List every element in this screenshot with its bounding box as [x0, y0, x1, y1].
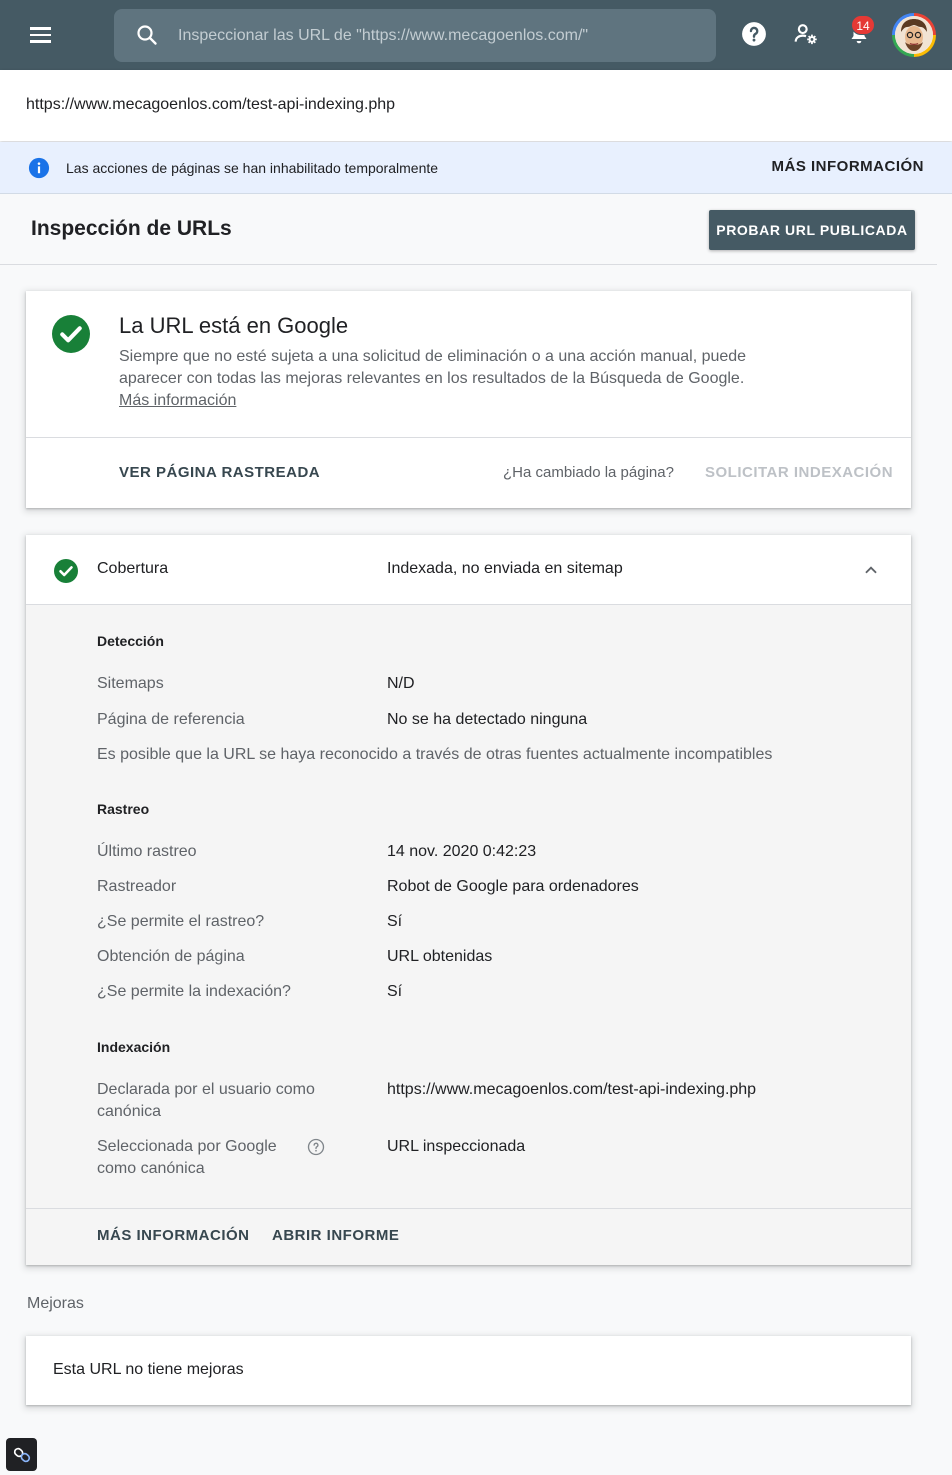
- coverage-more-info-button[interactable]: MÁS INFORMACIÓN: [97, 1227, 250, 1244]
- enhancements-card: Esta URL no tiene mejoras: [26, 1336, 911, 1405]
- discovery-section-title: Detección: [97, 633, 164, 649]
- detail-value: No se ha detectado ninguna: [387, 711, 588, 728]
- coverage-header[interactable]: Cobertura Indexada, no enviada en sitema…: [26, 535, 911, 605]
- request-indexing-button[interactable]: SOLICITAR INDEXACIÓN: [705, 464, 893, 481]
- detail-value: N/D: [387, 675, 415, 692]
- page-changed-question: ¿Ha cambiado la página?: [503, 464, 674, 481]
- crawl-section-title: Rastreo: [97, 801, 150, 817]
- detail-value: Sí: [387, 913, 403, 930]
- info-more-button[interactable]: MÁS INFORMACIÓN: [772, 158, 925, 175]
- success-check-icon: [52, 315, 90, 353]
- coverage-label: Cobertura: [97, 560, 169, 577]
- page-header: Inspección de URLs PROBAR URL PUBLICADA: [0, 195, 937, 265]
- info-banner: Las acciones de páginas se han inhabilit…: [0, 142, 952, 194]
- detail-label: Declarada por el usuario como canónica: [97, 1081, 315, 1120]
- inspected-url-bar: https://www.mecagoenlos.com/test-api-ind…: [0, 70, 952, 141]
- detail-value: https://www.mecagoenlos.com/test-api-ind…: [387, 1081, 757, 1098]
- divider: [26, 437, 911, 438]
- detail-value: URL inspeccionada: [387, 1138, 526, 1155]
- coverage-card: Cobertura Indexada, no enviada en sitema…: [26, 535, 911, 1265]
- page-title: Inspección de URLs: [31, 217, 232, 240]
- test-live-url-button[interactable]: PROBAR URL PUBLICADA: [709, 210, 915, 250]
- index-status-title: La URL está en Google: [119, 313, 349, 338]
- view-crawled-page-button[interactable]: VER PÁGINA RASTREADA: [119, 464, 320, 481]
- account-avatar[interactable]: [892, 13, 936, 57]
- detail-value: URL obtenidas: [387, 948, 493, 965]
- detail-value: Robot de Google para ordenadores: [387, 878, 639, 895]
- detail-label: Rastreador: [97, 878, 177, 895]
- detail-value: Sí: [387, 983, 403, 1000]
- help-icon[interactable]: [738, 18, 770, 50]
- enhancements-label: Mejoras: [27, 1295, 84, 1312]
- search-box[interactable]: [114, 9, 716, 62]
- detail-label: ¿Se permite la indexación?: [97, 983, 291, 1000]
- info-banner-text: Las acciones de páginas se han inhabilit…: [66, 160, 439, 176]
- search-icon: [137, 25, 157, 45]
- detail-label: Página de referencia: [97, 711, 245, 728]
- inspected-url: https://www.mecagoenlos.com/test-api-ind…: [26, 96, 396, 113]
- manage-users-icon[interactable]: [790, 18, 822, 50]
- detail-label: Seleccionada por Google como canónica: [97, 1138, 277, 1177]
- success-check-icon: [54, 559, 78, 583]
- url-inspection-search-input[interactable]: [178, 9, 698, 62]
- detail-label: ¿Se permite el rastreo?: [97, 913, 265, 930]
- index-status-description: Siempre que no esté sujeta a una solicit…: [119, 346, 769, 412]
- detail-value: 14 nov. 2020 0:42:23: [387, 843, 537, 860]
- index-status-card: La URL está en Google Siempre que no est…: [26, 291, 911, 508]
- coverage-status: Indexada, no enviada en sitemap: [387, 560, 623, 577]
- chevron-up-icon[interactable]: [860, 559, 882, 581]
- link-extension-icon[interactable]: [6, 1438, 37, 1471]
- open-report-button[interactable]: ABRIR INFORME: [272, 1227, 399, 1244]
- no-enhancements-text: Esta URL no tiene mejoras: [53, 1361, 244, 1378]
- notification-count-badge: 14: [851, 15, 875, 35]
- indexing-section-title: Indexación: [97, 1039, 171, 1055]
- help-outline-icon[interactable]: [307, 1138, 325, 1156]
- info-icon: [28, 157, 50, 179]
- avatar-image: [895, 16, 933, 54]
- discovery-note: Es posible que la URL se haya reconocido…: [97, 746, 773, 763]
- divider: [26, 1208, 911, 1209]
- status-description-text: Siempre que no esté sujeta a una solicit…: [119, 348, 747, 387]
- hamburger-menu-icon[interactable]: [22, 20, 58, 50]
- top-app-bar: 14: [0, 0, 952, 70]
- detail-label: Último rastreo: [97, 843, 197, 860]
- learn-more-link[interactable]: Más información: [119, 392, 236, 409]
- detail-label: Sitemaps: [97, 675, 164, 692]
- detail-label: Obtención de página: [97, 948, 245, 965]
